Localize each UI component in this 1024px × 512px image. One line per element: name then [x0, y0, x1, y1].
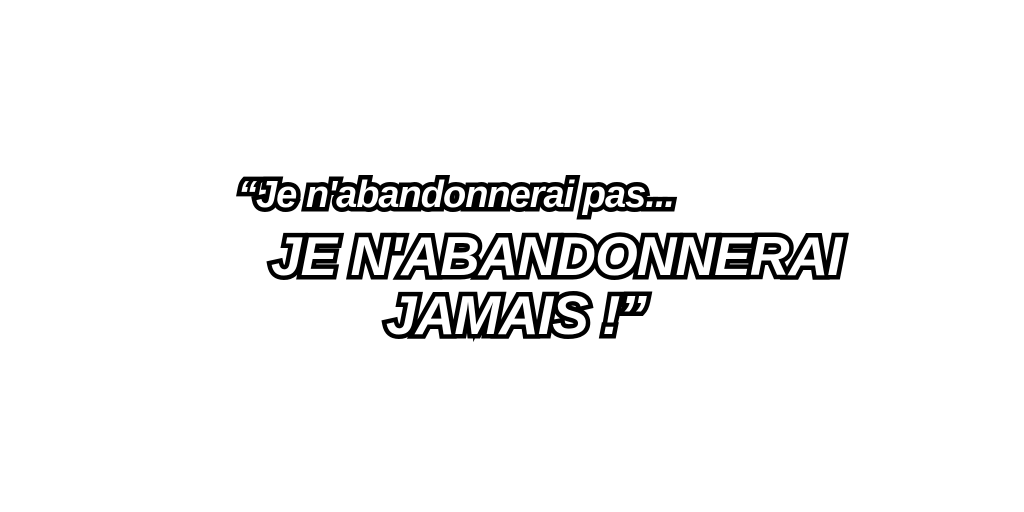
- quote-line-3: JAMAIS !”: [382, 283, 652, 347]
- quote-line-1: “Je n'abandonnerai pas...: [234, 172, 680, 219]
- quote-canvas: “Je n'abandonnerai pas... JE N'ABANDONNE…: [0, 0, 1024, 512]
- quote-line-2: JE N'ABANDONNERAI: [267, 224, 848, 288]
